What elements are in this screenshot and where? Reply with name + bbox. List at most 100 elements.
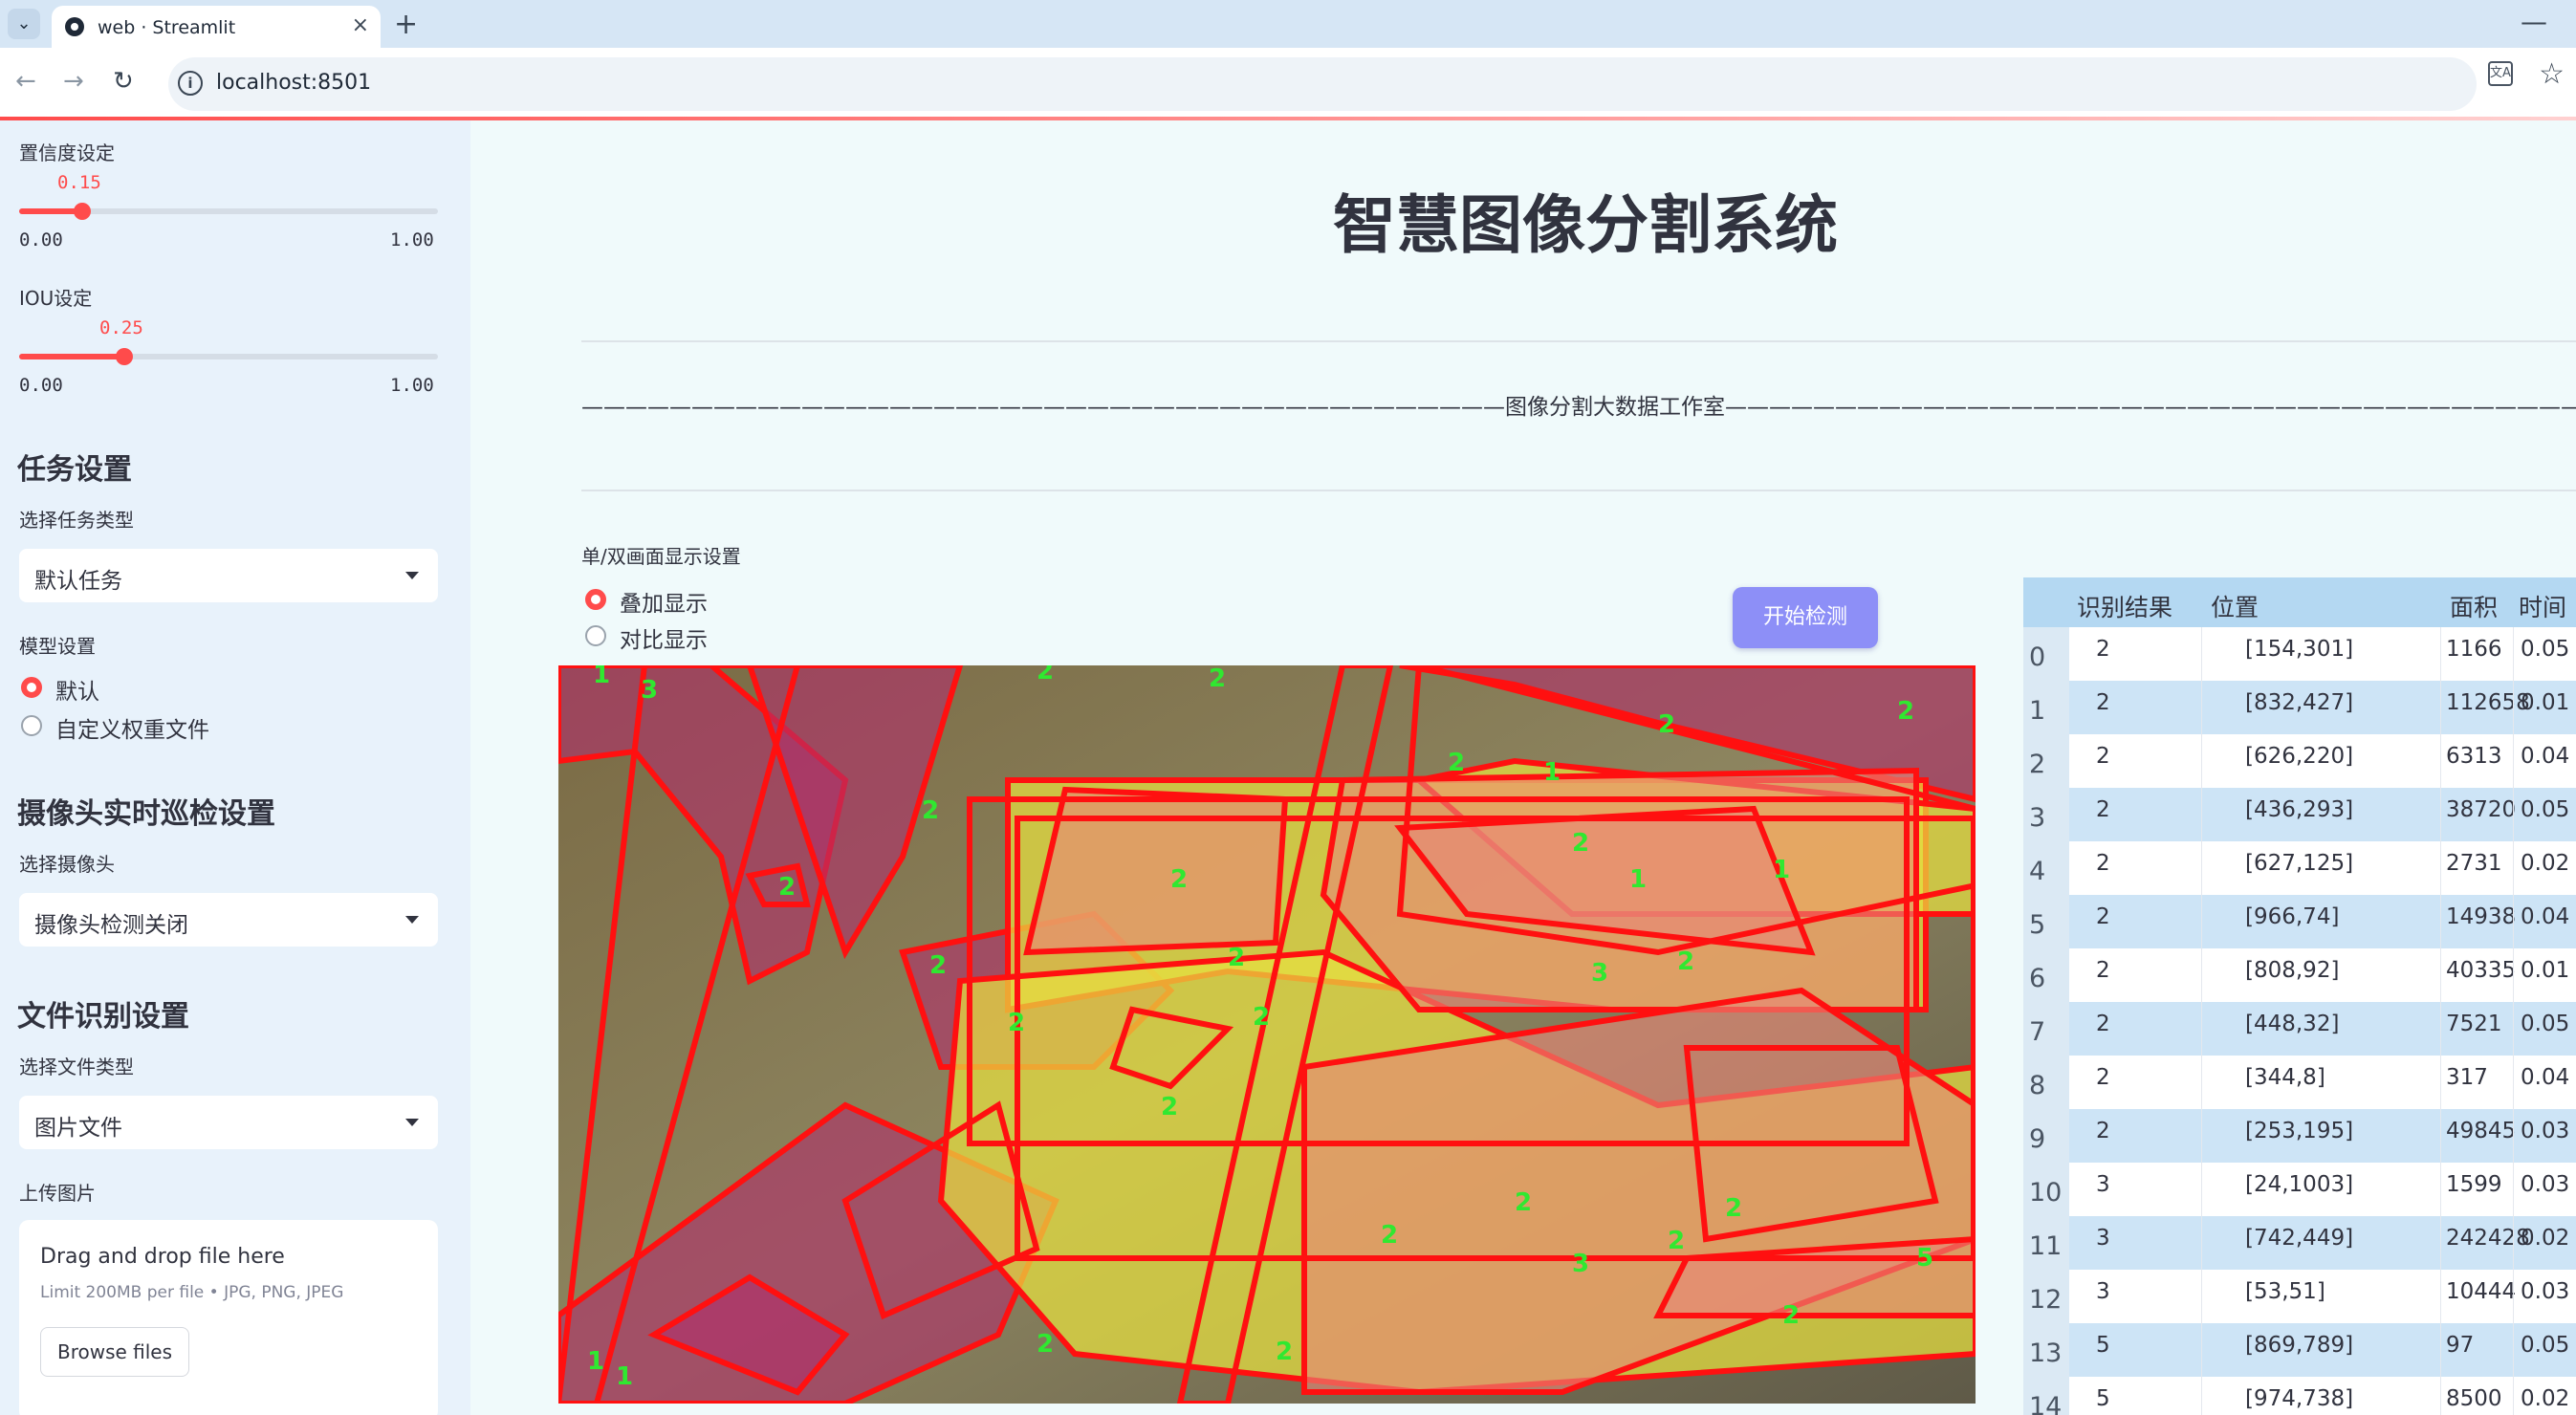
bookmark-star-icon[interactable]: ☆ bbox=[2539, 57, 2565, 91]
row-index: 10 bbox=[2023, 1163, 2069, 1216]
sidebar: 置信度设定 0.15 0.00 1.00 IOU设定 0.25 0.00 1.0… bbox=[0, 120, 470, 1415]
iou-slider-thumb[interactable] bbox=[115, 348, 133, 365]
confidence-label: 置信度设定 bbox=[19, 142, 115, 164]
cell-area: 49845 bbox=[2446, 1119, 2517, 1143]
table-row[interactable]: 1 2 [832,427] 112658 0.01 bbox=[2023, 681, 2576, 734]
cell-time: 0.03 bbox=[2521, 1279, 2570, 1304]
confidence-slider[interactable] bbox=[19, 203, 438, 220]
cell-position: [436,293] bbox=[2245, 797, 2354, 822]
row-index: 7 bbox=[2023, 1002, 2069, 1056]
cell-position: [627,125] bbox=[2245, 851, 2354, 876]
page-title: 智慧图像分割系统 bbox=[1333, 188, 1838, 262]
table-row[interactable]: 0 2 [154,301] 1166 0.05 bbox=[2023, 627, 2576, 681]
url-text[interactable]: localhost:8501 bbox=[216, 71, 371, 95]
display-option-compare-label: 对比显示 bbox=[620, 628, 708, 653]
back-arrow-icon[interactable]: ← bbox=[15, 67, 36, 96]
camera-settings-heading: 摄像头实时巡检设置 bbox=[17, 797, 275, 831]
forward-arrow-icon[interactable]: → bbox=[63, 67, 84, 96]
browse-files-button[interactable]: Browse files bbox=[40, 1327, 189, 1377]
radio-unselected-icon[interactable] bbox=[585, 625, 606, 646]
chevron-down-icon bbox=[405, 916, 419, 924]
camera-select[interactable]: 摄像头检测关闭 bbox=[19, 893, 438, 947]
minimize-button[interactable]: — bbox=[2521, 6, 2547, 37]
task-type-select[interactable]: 默认任务 bbox=[19, 549, 438, 602]
cell-time: 0.03 bbox=[2521, 1119, 2570, 1143]
cell-time: 0.03 bbox=[2521, 1172, 2570, 1197]
upload-limit-text: Limit 200MB per file • JPG, PNG, JPEG bbox=[40, 1283, 344, 1302]
new-tab-button[interactable]: + bbox=[394, 8, 418, 41]
file-type-select[interactable]: 图片文件 bbox=[19, 1096, 438, 1149]
file-type-label: 选择文件类型 bbox=[19, 1056, 134, 1078]
row-index: 1 bbox=[2023, 681, 2069, 734]
site-info-icon[interactable]: i bbox=[178, 71, 203, 96]
table-row[interactable]: 14 5 [974,738] 8500 0.02 bbox=[2023, 1377, 2576, 1415]
column-header-time[interactable]: 时间 bbox=[2519, 589, 2566, 623]
cell-time: 0.01 bbox=[2521, 958, 2570, 983]
radio-selected-icon[interactable] bbox=[585, 589, 606, 610]
file-uploader-dropzone[interactable]: Drag and drop file here Limit 200MB per … bbox=[19, 1220, 438, 1415]
column-divider bbox=[2440, 627, 2441, 1415]
results-table[interactable]: 识别结果 位置 面积 时间 0 2 [154,301] 1166 0.05 1 2 [832,… bbox=[2023, 577, 2576, 1415]
class-label: 1 bbox=[593, 665, 610, 689]
cell-class: 2 bbox=[2096, 744, 2110, 769]
cell-position: [974,738] bbox=[2245, 1386, 2354, 1411]
cell-class: 3 bbox=[2096, 1226, 2110, 1251]
browser-tab[interactable]: web · Streamlit × bbox=[52, 6, 381, 48]
tab-list-button[interactable]: ⌄ bbox=[8, 9, 40, 39]
class-label: 2 bbox=[1668, 1227, 1685, 1255]
translate-icon[interactable]: 文A bbox=[2488, 61, 2513, 86]
column-divider bbox=[2201, 627, 2202, 1415]
cell-class: 5 bbox=[2096, 1386, 2110, 1411]
radio-selected-icon[interactable] bbox=[21, 677, 42, 698]
reload-icon[interactable]: ↻ bbox=[113, 67, 134, 96]
class-label: 2 bbox=[1253, 1003, 1270, 1032]
cell-area: 1599 bbox=[2446, 1172, 2502, 1197]
class-label: 3 bbox=[641, 676, 658, 705]
segmentation-result-image: 13222222122121223222222223252211 bbox=[558, 665, 1976, 1404]
cell-time: 0.02 bbox=[2521, 851, 2570, 876]
table-row[interactable]: 4 2 [627,125] 2731 0.02 bbox=[2023, 841, 2576, 895]
file-settings-heading: 文件识别设置 bbox=[17, 1000, 189, 1034]
tab-close-icon[interactable]: × bbox=[352, 13, 369, 37]
cell-position: [24,1003] bbox=[2245, 1172, 2354, 1197]
class-label: 2 bbox=[778, 873, 796, 902]
class-label: 3 bbox=[1591, 959, 1608, 988]
table-row[interactable]: 5 2 [966,74] 14938 0.04 bbox=[2023, 895, 2576, 948]
segmentation-overlay: 132 22 22212212 12 23 22 222 2223252211 bbox=[558, 665, 1976, 1404]
table-row[interactable]: 3 2 [436,293] 38720 0.05 bbox=[2023, 788, 2576, 841]
cell-time: 0.05 bbox=[2521, 637, 2570, 662]
address-bar[interactable]: i localhost:8501 bbox=[168, 57, 2477, 111]
class-label: 2 bbox=[1161, 1093, 1178, 1121]
table-row[interactable]: 13 5 [869,789] 97 0.05 bbox=[2023, 1323, 2576, 1377]
table-row[interactable]: 12 3 [53,51] 10444 0.03 bbox=[2023, 1270, 2576, 1323]
radio-unselected-icon[interactable] bbox=[21, 715, 42, 736]
table-row[interactable]: 7 2 [448,32] 7521 0.05 bbox=[2023, 1002, 2576, 1056]
column-header-position[interactable]: 位置 bbox=[2211, 589, 2259, 623]
column-header-area[interactable]: 面积 bbox=[2450, 589, 2498, 623]
class-label: 2 bbox=[1209, 665, 1226, 693]
cell-class: 2 bbox=[2096, 797, 2110, 822]
table-row[interactable]: 9 2 [253,195] 49845 0.03 bbox=[2023, 1109, 2576, 1163]
start-detection-button[interactable]: 开始检测 bbox=[1733, 587, 1878, 648]
confidence-slider-thumb[interactable] bbox=[73, 203, 91, 220]
cell-time: 0.01 bbox=[2521, 690, 2570, 715]
cell-area: 2731 bbox=[2446, 851, 2502, 876]
class-label: 2 bbox=[1658, 710, 1675, 739]
iou-slider-fill bbox=[19, 354, 124, 359]
cell-position: [448,32] bbox=[2245, 1012, 2340, 1036]
iou-slider[interactable] bbox=[19, 348, 438, 365]
column-header-class[interactable]: 识别结果 bbox=[2077, 589, 2172, 623]
cell-class: 5 bbox=[2096, 1333, 2110, 1358]
cell-class: 2 bbox=[2096, 637, 2110, 662]
table-row[interactable]: 11 3 [742,449] 242428 0.02 bbox=[2023, 1216, 2576, 1270]
table-row[interactable]: 6 2 [808,92] 40335 0.01 bbox=[2023, 948, 2576, 1002]
table-row[interactable]: 8 2 [344,8] 317 0.04 bbox=[2023, 1056, 2576, 1109]
table-row[interactable]: 2 2 [626,220] 6313 0.04 bbox=[2023, 734, 2576, 788]
class-label: 2 bbox=[929, 951, 947, 980]
table-row[interactable]: 10 3 [24,1003] 1599 0.03 bbox=[2023, 1163, 2576, 1216]
row-index: 14 bbox=[2023, 1377, 2069, 1415]
cell-time: 0.02 bbox=[2521, 1226, 2570, 1251]
cell-position: [626,220] bbox=[2245, 744, 2354, 769]
cell-time: 0.04 bbox=[2521, 1065, 2570, 1090]
cell-time: 0.02 bbox=[2521, 1386, 2570, 1411]
